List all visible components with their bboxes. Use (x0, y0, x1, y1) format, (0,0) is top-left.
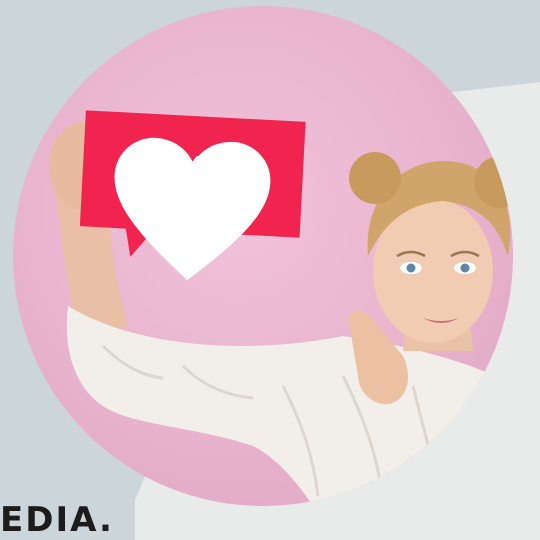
like-notification-badge: 341 (70, 104, 314, 281)
brand-text: EDIA. (0, 500, 114, 540)
heart-icon (114, 137, 271, 281)
